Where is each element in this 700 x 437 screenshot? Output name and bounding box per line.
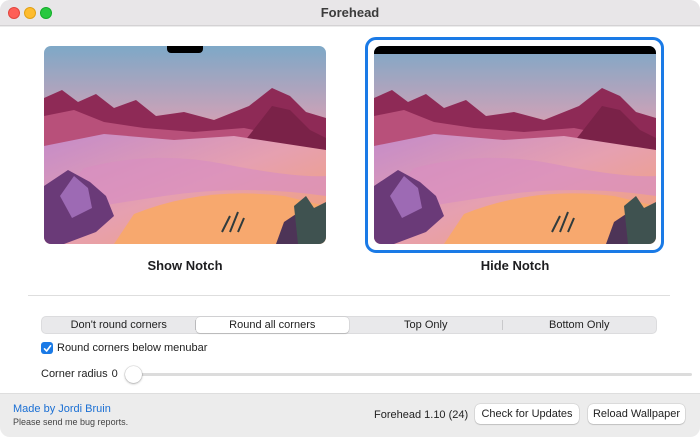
corner-style-segmented-control: Don't round corners Round all corners To…: [41, 316, 657, 334]
round-below-menubar-checkbox[interactable]: [41, 342, 53, 354]
segment-label: Bottom Only: [548, 319, 610, 331]
checkmark-icon: [43, 344, 51, 352]
wallpaper-image: [44, 46, 326, 244]
segment-round-all-corners[interactable]: Round all corners: [195, 317, 349, 333]
round-below-menubar-row: Round corners below menubar: [41, 341, 207, 355]
segment-bottom-only[interactable]: Bottom Only: [503, 317, 657, 333]
check-for-updates-button[interactable]: Check for Updates: [475, 404, 579, 424]
corner-radius-slider-thumb[interactable]: [125, 366, 142, 383]
wallpaper-image: [374, 46, 656, 244]
segment-dont-round-corners[interactable]: Don't round corners: [42, 317, 196, 333]
segment-label: Don't round corners: [70, 319, 167, 331]
hide-notch-preview[interactable]: [374, 46, 656, 244]
round-below-menubar-label: Round corners below menubar: [57, 342, 208, 354]
footer-bar: Made by Jordi Bruin Please send me bug r…: [0, 393, 700, 437]
main-content: Show Notch Hide Notch Don't round corner…: [0, 27, 700, 437]
segment-label: Round all corners: [229, 319, 316, 331]
corner-radius-value: 0: [111, 368, 118, 380]
title-bar: Forehead: [0, 0, 700, 26]
section-divider: [28, 295, 670, 296]
corner-radius-label: Corner radius: [41, 368, 108, 380]
corner-radius-slider-track[interactable]: [132, 373, 692, 376]
window-title: Forehead: [320, 5, 380, 20]
notch: [167, 46, 203, 53]
segment-top-only[interactable]: Top Only: [349, 317, 503, 333]
menubar-fill: [374, 46, 656, 54]
show-notch-label: Show Notch: [147, 258, 223, 273]
app-window: Forehead Show Notch Hide Notch Don't rou…: [0, 0, 700, 437]
hide-notch-label: Hide Notch: [480, 258, 550, 273]
segment-label: Top Only: [404, 319, 448, 331]
made-by-link[interactable]: Made by Jordi Bruin: [13, 403, 111, 415]
show-notch-preview[interactable]: [44, 46, 326, 244]
corner-radius-row: Corner radius 0: [41, 366, 692, 383]
version-label: Forehead 1.10 (24): [374, 409, 469, 421]
reload-wallpaper-button[interactable]: Reload Wallpaper: [588, 404, 685, 424]
bug-report-note: Please send me bug reports.: [13, 417, 129, 427]
